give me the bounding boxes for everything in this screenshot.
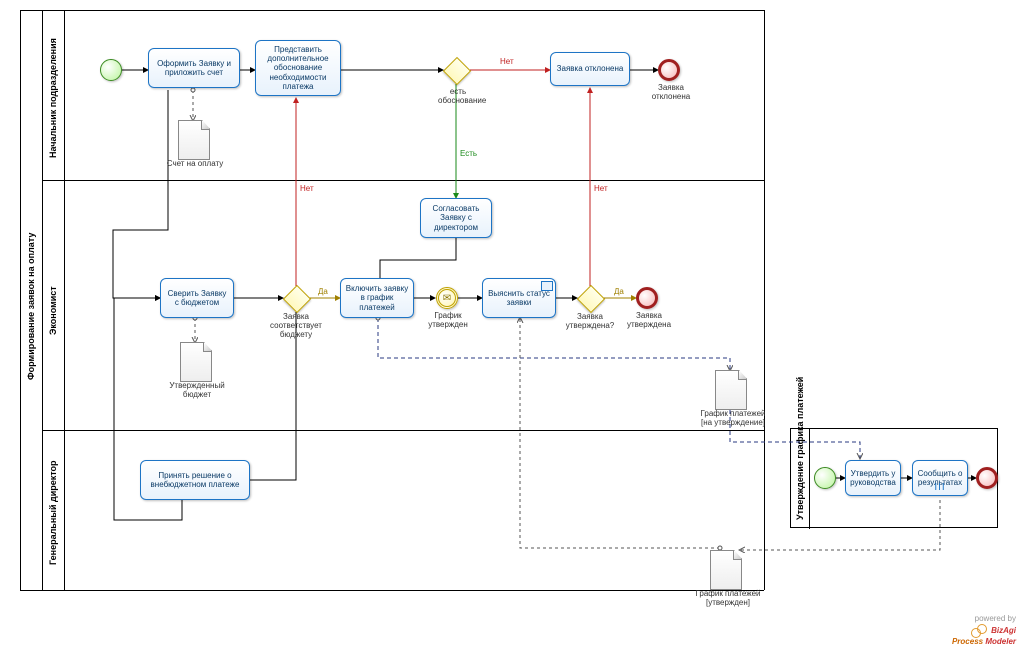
pool-border <box>20 590 764 591</box>
subprocess-title: Утверждение графика платежей <box>795 377 805 520</box>
lane-separator <box>42 180 764 181</box>
task-request-rejected: Заявка отклонена <box>550 52 630 86</box>
task-label: Согласовать Заявку с директором <box>425 204 487 232</box>
pool-border <box>764 10 765 590</box>
pool-border <box>42 10 43 590</box>
task-label: Утвердить у руководства <box>850 469 896 487</box>
pool-border <box>20 10 21 590</box>
data-object-budget-icon <box>180 342 212 382</box>
task-agree-with-director: Согласовать Заявку с директором <box>420 198 492 238</box>
task-label: Включить заявку в график платежей <box>345 284 409 312</box>
task-label: Заявка отклонена <box>557 64 624 73</box>
data-object-label: График платежей [утвержден] <box>695 590 761 608</box>
data-object-label: Утвержденный бюджет <box>160 382 234 400</box>
connectors <box>0 0 1024 651</box>
task-label: Представить дополнительное обоснование н… <box>260 45 336 91</box>
lane-border <box>64 10 65 590</box>
end-event-approved-icon <box>636 287 658 309</box>
task-label: Оформить Заявку и приложить счет <box>153 59 235 77</box>
gateway-has-justification <box>443 57 469 83</box>
lane-title-3: Генеральный директор <box>48 460 58 565</box>
gateway-label: есть обоснование <box>438 88 478 106</box>
bizagi-logo-icon <box>971 624 987 638</box>
flow-label-yes: Есть <box>460 150 477 159</box>
task-label: Принять решение о внебюджетном платеже <box>145 471 245 489</box>
task-label: Сверить Заявку с бюджетом <box>165 289 229 307</box>
gateway-label: Заявка соответствует бюджету <box>260 313 332 339</box>
message-event-icon: ✉ <box>436 287 458 309</box>
watermark-brand: BizAgi <box>991 626 1016 635</box>
gateway-label: Заявка утверждена? <box>562 313 618 331</box>
gateway-approved <box>577 285 603 311</box>
start-event-icon <box>100 59 122 81</box>
subprocess-task-report: Сообщить о результатах III <box>912 460 968 496</box>
task-include-in-schedule: Включить заявку в график платежей <box>340 278 414 318</box>
gateway-budget-ok <box>283 285 309 311</box>
multi-instance-marker-icon: III <box>934 482 945 494</box>
subprocess-task-approve: Утвердить у руководства <box>845 460 901 496</box>
subprocess-title-border <box>809 429 810 529</box>
end-event-label: Заявка утверждена <box>625 312 673 330</box>
task-create-request: Оформить Заявку и приложить счет <box>148 48 240 88</box>
end-event-rejected-icon <box>658 59 680 81</box>
watermark: powered by BizAgi Process Modeler <box>952 615 1016 647</box>
task-check-status: Выяснить статус заявки <box>482 278 556 318</box>
subprocess-marker-icon <box>541 281 553 291</box>
data-object-schedule-approved-icon <box>710 550 742 590</box>
data-object-schedule-draft-icon <box>715 370 747 410</box>
pool-title: Формирование заявок на оплату <box>26 233 36 380</box>
data-object-label: График платежей [на утверждение] <box>700 410 766 428</box>
lane-title-2: Экономист <box>48 286 58 335</box>
flow-label-yes: Да <box>318 288 328 297</box>
watermark-brand: Modeler <box>985 637 1016 646</box>
lane-title-1: Начальник подразделения <box>48 38 58 158</box>
message-event-label: График утвержден <box>425 312 471 330</box>
pool-border <box>20 10 764 11</box>
watermark-brand: Process <box>952 637 985 646</box>
end-event-label: Заявка отклонена <box>650 84 692 102</box>
data-object-label: Счет на оплату <box>160 160 230 169</box>
lane-separator <box>42 430 764 431</box>
subprocess-start-icon <box>814 467 836 489</box>
flow-label-no: Нет <box>300 185 314 194</box>
watermark-line1: powered by <box>952 615 1016 624</box>
task-additional-justification: Представить дополнительное обоснование н… <box>255 40 341 96</box>
flow-label-yes: Да <box>614 288 624 297</box>
task-label: Выяснить статус заявки <box>487 289 551 307</box>
flow-label-no: Нет <box>594 185 608 194</box>
data-object-invoice-icon <box>178 120 210 160</box>
flow-label-no: Нет <box>500 58 514 67</box>
task-check-budget: Сверить Заявку с бюджетом <box>160 278 234 318</box>
subprocess-end-icon <box>976 467 998 489</box>
task-decide-offbudget: Принять решение о внебюджетном платеже <box>140 460 250 500</box>
diagram-canvas: Формирование заявок на оплату Начальник … <box>0 0 1024 651</box>
